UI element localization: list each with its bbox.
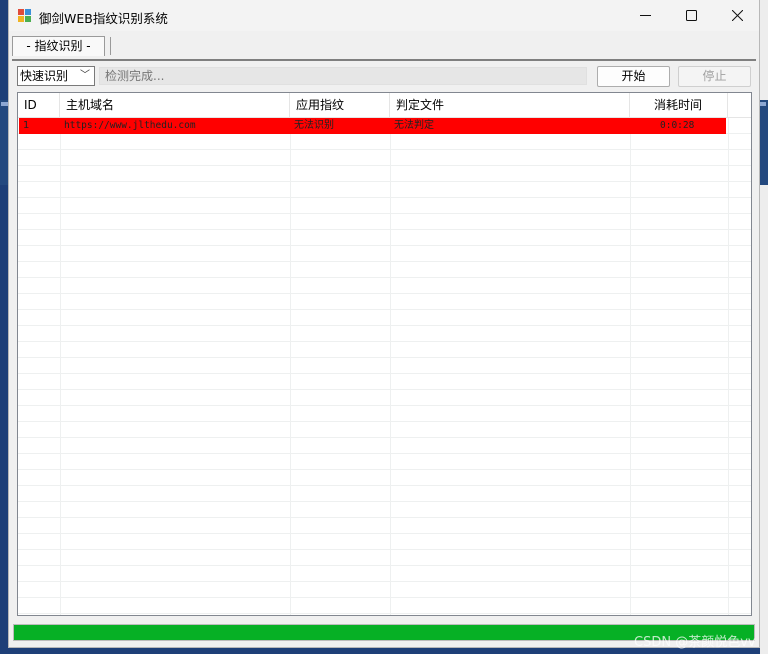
column-header-fingerprint[interactable]: 应用指纹 [290, 93, 390, 117]
column-header-file[interactable]: 判定文件 [390, 93, 630, 117]
maximize-icon [685, 10, 697, 21]
results-table[interactable]: ID 主机域名 应用指纹 判定文件 消耗时间 1 https://www.jlt… [17, 92, 752, 616]
column-header-id[interactable]: ID [18, 93, 60, 117]
background-window-edge [760, 0, 768, 654]
chevron-down-icon: ﹀ [80, 70, 90, 81]
watermark: CSDN @茶颜悦色vv [634, 635, 756, 650]
close-button[interactable] [714, 0, 760, 31]
column-header-host[interactable]: 主机域名 [60, 93, 290, 117]
tab-separator [110, 37, 111, 55]
close-icon [731, 10, 743, 21]
table-row[interactable]: 1 https://www.jlthedu.com 无法识别 无法判定 0:0:… [19, 118, 726, 134]
status-text: 检测完成... [99, 67, 587, 85]
grid-lines [18, 117, 751, 615]
mode-select[interactable]: 快速识别 ﹀ [17, 66, 95, 86]
toolbar: 快速识别 ﹀ 检测完成... 开始 停止 [9, 62, 759, 90]
start-button[interactable]: 开始 [597, 66, 670, 87]
tab-fingerprint[interactable]: - 指纹识别 - [12, 36, 105, 56]
table-header: ID 主机域名 应用指纹 判定文件 消耗时间 [18, 93, 751, 118]
tab-strip: - 指纹识别 - [9, 31, 759, 59]
app-icon [18, 9, 31, 22]
column-header-elapsed[interactable]: 消耗时间 [630, 93, 728, 117]
maximize-button[interactable] [668, 0, 714, 31]
stop-button[interactable]: 停止 [678, 66, 751, 87]
main-window: 御剑WEB指纹识别系统 - 指纹识别 - 快速识别 ﹀ 检测完成... 开始 停… [8, 0, 760, 648]
cell-file: 无法判定 [394, 120, 434, 131]
tab-divider [12, 59, 756, 61]
cell-id: 1 [23, 120, 30, 131]
window-title: 御剑WEB指纹识别系统 [39, 11, 168, 26]
mode-select-value: 快速识别 [20, 69, 69, 83]
cell-elapsed: 0:0:28 [660, 120, 695, 131]
title-bar[interactable]: 御剑WEB指纹识别系统 [9, 0, 759, 31]
cell-fingerprint: 无法识别 [294, 120, 334, 131]
minimize-icon [639, 15, 651, 16]
minimize-button[interactable] [622, 0, 668, 31]
cell-host: https://www.jlthedu.com [64, 120, 196, 131]
